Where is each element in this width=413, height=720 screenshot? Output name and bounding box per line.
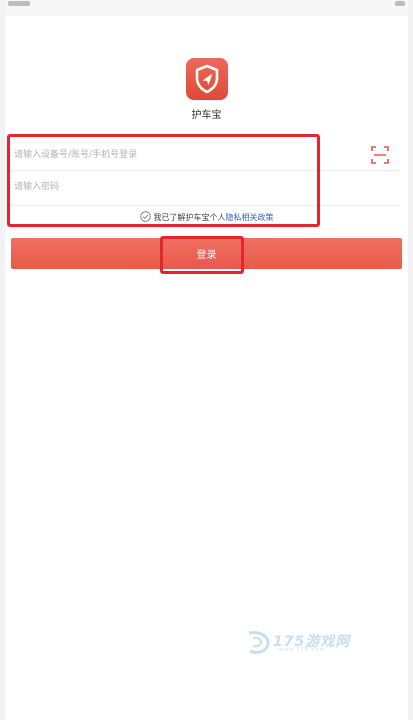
app-name: 护车宝 — [191, 110, 222, 121]
login-highlight-box — [160, 236, 244, 274]
watermark: 175游戏网 www.175.com — [245, 628, 370, 658]
checkbox-checked-icon[interactable] — [139, 211, 151, 222]
watermark-logo-icon — [248, 631, 270, 654]
login-screen: 护车宝 我已了解护车宝个人隐私相关政策 登录 175游戏网 www.175.co — [0, 0, 413, 720]
scan-button[interactable] — [370, 145, 390, 165]
status-battery-indicator — [395, 1, 405, 6]
privacy-agreement-row: 我已了解护车宝个人隐私相关政策 — [0, 210, 413, 226]
left-frame-edge — [0, 0, 5, 720]
shield-navigation-icon — [195, 64, 219, 94]
status-time-indicator — [8, 1, 30, 6]
scan-icon — [371, 146, 389, 164]
privacy-policy-link[interactable]: 隐私相关政策 — [226, 213, 274, 222]
app-logo — [186, 58, 228, 100]
privacy-prefix-text: 我已了解护车宝个人 — [153, 213, 226, 222]
watermark-subtext: www.175.com — [279, 647, 326, 653]
status-bar — [0, 0, 413, 16]
right-frame-edge — [408, 0, 413, 720]
